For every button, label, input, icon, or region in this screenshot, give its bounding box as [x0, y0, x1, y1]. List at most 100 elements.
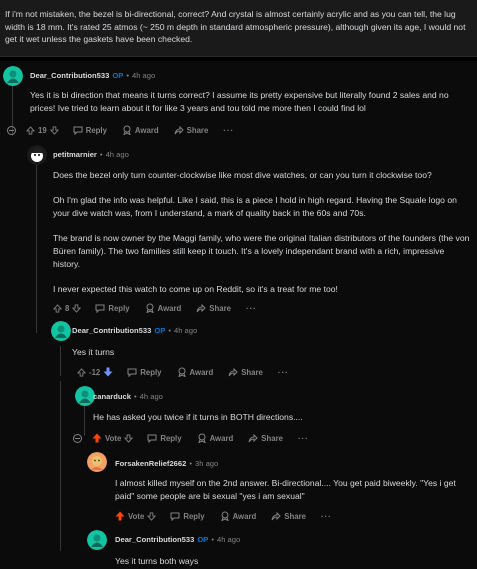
award-icon: [220, 511, 229, 521]
comment-actions: 19 Reply Award Share ···: [7, 125, 234, 135]
award-button[interactable]: Award: [197, 433, 234, 443]
comment-body: Yes it turns both ways: [115, 555, 473, 568]
share-button[interactable]: Share: [248, 433, 283, 443]
share-icon: [248, 433, 258, 442]
share-icon: [271, 511, 281, 520]
share-label: Share: [241, 367, 263, 377]
avatar[interactable]: [75, 386, 95, 406]
share-label: Share: [284, 511, 306, 521]
more-options-button[interactable]: ···: [223, 126, 234, 135]
reply-label: Reply: [160, 433, 182, 443]
upvote-icon[interactable]: [92, 433, 102, 443]
comment-actions: -12 Reply Award Share ···: [77, 367, 289, 377]
share-button[interactable]: Share: [174, 125, 208, 135]
upvote-icon[interactable]: [53, 303, 62, 313]
vote-score: 8: [65, 303, 70, 313]
author-name[interactable]: Dear_Contribution533: [115, 535, 194, 544]
share-button[interactable]: Share: [228, 367, 263, 377]
avatar[interactable]: [87, 452, 107, 472]
timestamp[interactable]: 4h ago: [132, 71, 155, 80]
avatar[interactable]: [51, 321, 71, 341]
award-icon: [145, 303, 154, 313]
upvote-icon[interactable]: [115, 511, 125, 521]
reply-button[interactable]: Reply: [170, 511, 205, 521]
share-button[interactable]: Share: [271, 511, 306, 521]
comment-paragraph: I never expected this watch to come up o…: [53, 284, 338, 294]
share-icon: [228, 367, 238, 376]
comment-actions: Vote Reply Award Share ···: [115, 511, 332, 521]
avatar[interactable]: [27, 145, 47, 165]
avatar[interactable]: [3, 66, 23, 86]
comment-meta: canarduck • 4h ago: [93, 392, 163, 401]
author-name[interactable]: Dear_Contribution533: [72, 326, 151, 335]
downvote-icon[interactable]: [72, 303, 82, 313]
vote-score: Vote: [128, 511, 145, 521]
parent-comment-text-block: If i'm not mistaken, the bezel is bi-dir…: [0, 0, 477, 57]
vote-controls: Vote: [115, 511, 157, 521]
reply-button[interactable]: Reply: [95, 304, 130, 313]
award-button[interactable]: Award: [145, 303, 181, 313]
downvote-icon[interactable]: [124, 433, 134, 443]
thread-line[interactable]: [36, 165, 37, 333]
thread-line[interactable]: [60, 346, 61, 376]
comment-meta: Dear_Contribution533 OP • 4h ago: [72, 326, 197, 335]
upvote-icon[interactable]: [26, 125, 35, 135]
award-icon: [123, 125, 131, 135]
share-icon: [196, 303, 206, 312]
separator-dot: •: [126, 71, 129, 80]
downvote-icon[interactable]: [49, 125, 59, 135]
comment-body: I almost killed myself on the 2nd answer…: [115, 477, 473, 503]
timestamp[interactable]: 4h ago: [174, 326, 197, 335]
reply-label: Reply: [140, 367, 162, 377]
reply-button[interactable]: Reply: [147, 433, 182, 443]
separator-dot: •: [211, 535, 214, 544]
more-options-button[interactable]: ···: [278, 368, 289, 377]
award-label: Award: [134, 125, 159, 135]
award-label: Award: [209, 433, 234, 443]
award-label: Award: [232, 511, 257, 521]
comment-meta: Dear_Contribution533 OP • 4h ago: [30, 71, 155, 80]
comment-body: Yes it is bi direction that means it tur…: [30, 89, 465, 115]
comment-body: Yes it turns: [72, 346, 467, 359]
reply-button[interactable]: Reply: [73, 126, 107, 135]
comment-meta: Dear_Contribution533 OP • 4h ago: [115, 535, 240, 544]
author-name[interactable]: petitmarnier: [53, 150, 97, 159]
timestamp[interactable]: 4h ago: [217, 535, 240, 544]
more-options-button[interactable]: ···: [298, 434, 309, 443]
comment-paragraph: Does the bezel only turn counter-clockwi…: [53, 170, 432, 180]
more-options-button[interactable]: ···: [321, 512, 332, 521]
award-button[interactable]: Award: [122, 125, 159, 135]
reply-label: Reply: [85, 125, 107, 135]
author-name[interactable]: canarduck: [93, 392, 131, 401]
downvote-icon[interactable]: [103, 367, 113, 377]
downvote-icon[interactable]: [147, 511, 157, 521]
award-label: Award: [189, 367, 214, 377]
timestamp[interactable]: 3h ago: [195, 459, 218, 468]
author-name[interactable]: ForsakenRelief2662: [115, 459, 186, 468]
thread-line[interactable]: [60, 381, 61, 551]
reply-label: Reply: [183, 511, 205, 521]
upvote-icon[interactable]: [77, 367, 86, 377]
timestamp[interactable]: 4h ago: [140, 392, 163, 401]
author-name[interactable]: Dear_Contribution533: [30, 71, 109, 80]
share-icon: [174, 125, 184, 134]
thread-line[interactable]: [84, 406, 85, 436]
more-options-button[interactable]: ···: [246, 304, 257, 313]
vote-score: 19: [38, 125, 47, 135]
award-button[interactable]: Award: [220, 511, 257, 521]
vote-score: Vote: [105, 433, 122, 443]
collapse-button[interactable]: [73, 433, 82, 443]
share-label: Share: [261, 433, 283, 443]
comment-paragraph: He has asked you twice if it turns in BO…: [93, 412, 303, 422]
award-button[interactable]: Award: [177, 367, 214, 377]
reply-button[interactable]: Reply: [127, 367, 162, 377]
timestamp[interactable]: 4h ago: [106, 150, 129, 159]
separator-dot: •: [189, 459, 193, 468]
avatar[interactable]: [87, 530, 107, 550]
share-button[interactable]: Share: [196, 303, 231, 313]
comment-paragraph: Yes it is bi direction that means it tur…: [30, 90, 449, 113]
collapse-button[interactable]: [7, 125, 16, 135]
separator-dot: •: [99, 150, 103, 159]
comment-paragraph: Yes it turns: [72, 347, 115, 357]
vote-controls: -12: [77, 367, 113, 377]
